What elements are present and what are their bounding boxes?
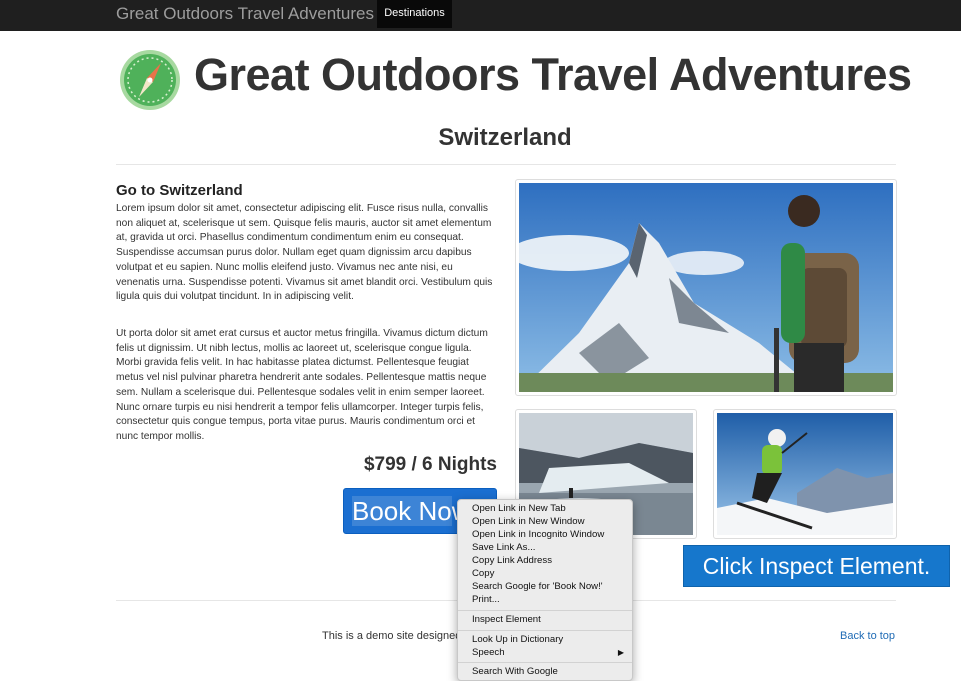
menu-item-copy[interactable]: Copy	[472, 568, 494, 579]
menu-item-copy-link[interactable]: Copy Link Address	[472, 555, 552, 566]
intro-paragraph-1: Lorem ipsum dolor sit amet, consectetur …	[116, 203, 493, 303]
back-to-top-link[interactable]: Back to top	[840, 630, 895, 642]
menu-item-speech[interactable]: Speech	[472, 647, 505, 658]
menu-item-save-link[interactable]: Save Link As...	[472, 542, 535, 553]
price-label: $799 / 6 Nights	[363, 454, 497, 475]
menu-separator	[458, 630, 632, 631]
menu-item-open-incognito[interactable]: Open Link in Incognito Window	[472, 529, 604, 540]
navbar-brand[interactable]: Great Outdoors Travel Adventures	[116, 4, 374, 24]
submenu-arrow-icon: ▶	[617, 648, 624, 657]
nav-tab-destinations[interactable]: Destinations	[377, 0, 452, 28]
menu-item-open-new-window[interactable]: Open Link in New Window	[472, 516, 585, 527]
intro-heading: Go to Switzerland	[116, 182, 243, 199]
menu-separator	[458, 662, 632, 663]
top-navbar: Great Outdoors Travel Adventures Destina…	[0, 0, 961, 31]
skier-photo	[713, 409, 897, 539]
menu-item-look-up[interactable]: Look Up in Dictionary	[472, 634, 563, 645]
selected-text: Book No	[352, 496, 452, 526]
menu-item-print[interactable]: Print...	[472, 594, 500, 605]
menu-item-search-google[interactable]: Search Google for 'Book Now!'	[472, 581, 603, 592]
site-title: Great Outdoors Travel Adventures	[194, 49, 912, 100]
menu-item-inspect-element[interactable]: Inspect Element	[472, 614, 541, 625]
page-title: Switzerland	[438, 124, 572, 151]
context-menu: Open Link in New Tab Open Link in New Wi…	[457, 499, 633, 681]
instruction-callout: Click Inspect Element.	[683, 545, 950, 587]
divider	[116, 164, 896, 165]
footer-text: This is a demo site designed	[322, 630, 462, 642]
compass-icon	[120, 50, 180, 110]
menu-separator	[458, 610, 632, 611]
intro-paragraph-2: Ut porta dolor sit amet erat cursus et a…	[116, 328, 488, 442]
hiker-mountain-photo	[515, 179, 897, 396]
menu-item-open-new-tab[interactable]: Open Link in New Tab	[472, 503, 566, 514]
